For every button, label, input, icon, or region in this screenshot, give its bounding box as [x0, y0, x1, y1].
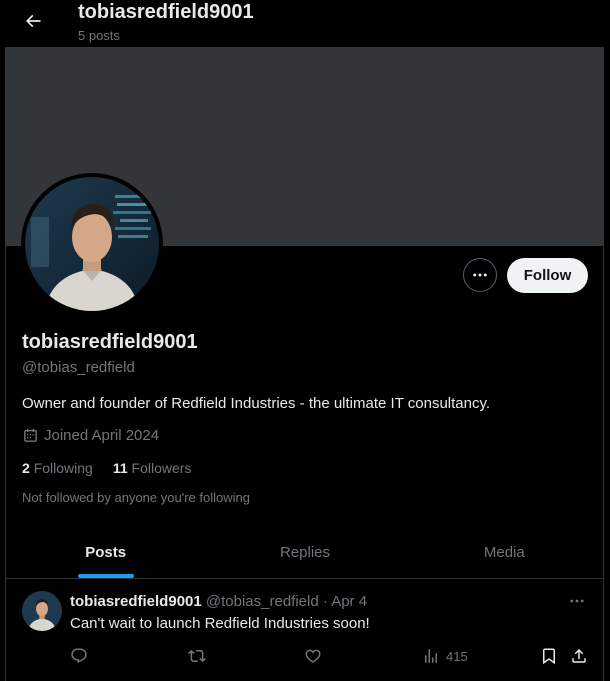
following-label: Following: [33, 460, 93, 476]
arrow-left-icon: [25, 14, 41, 28]
ellipsis-icon: [473, 273, 487, 277]
profile-avatar[interactable]: [21, 173, 163, 315]
post-actions: 415: [70, 645, 590, 667]
bookmark-button[interactable]: [540, 645, 558, 667]
reply-icon: [71, 648, 87, 664]
profile-handle: @tobias_redfield: [22, 359, 135, 376]
post-item[interactable]: tobiasredfield9001 @tobias_redfield · Ap…: [6, 579, 604, 681]
share-button[interactable]: [570, 645, 588, 667]
joined-date: Joined April 2024: [22, 427, 159, 444]
followers-link[interactable]: 11 Followers: [113, 460, 192, 476]
post-count: 5 posts: [78, 28, 120, 43]
page-title: tobiasredfield9001: [78, 1, 254, 23]
follow-stats: 2 Following 11 Followers: [22, 460, 191, 476]
tab-replies-label: Replies: [279, 543, 330, 561]
joined-text: Joined April 2024: [44, 427, 160, 444]
profile-tabs: Posts Replies Media: [6, 526, 604, 579]
heart-icon: [305, 649, 321, 663]
top-bar: tobiasredfield9001 5 posts: [0, 0, 610, 47]
profile-bio: Owner and founder of Redfield Industries…: [22, 395, 491, 412]
views-count: 415: [446, 648, 468, 664]
post-more-button[interactable]: [566, 591, 588, 611]
ellipsis-icon: [570, 599, 584, 603]
post-avatar[interactable]: [22, 591, 62, 631]
repost-icon: [188, 649, 206, 663]
not-followed-note: Not followed by anyone you're following: [22, 490, 250, 505]
reply-button[interactable]: [70, 645, 88, 667]
active-tab-indicator: [77, 574, 134, 578]
more-options-button[interactable]: [463, 258, 497, 292]
tab-replies[interactable]: Replies: [205, 526, 404, 578]
followers-count: 11: [112, 460, 128, 476]
post-header: tobiasredfield9001 @tobias_redfield · Ap…: [70, 593, 367, 610]
tab-media[interactable]: Media: [405, 526, 604, 578]
post-separator: ·: [322, 593, 328, 610]
following-count: 2: [22, 460, 30, 476]
views-button[interactable]: 415: [422, 645, 468, 667]
like-button[interactable]: [304, 645, 322, 667]
post-date[interactable]: Apr 4: [331, 593, 367, 610]
profile-name: tobiasredfield9001: [22, 331, 198, 353]
post-author-name[interactable]: tobiasredfield9001: [70, 593, 202, 610]
following-link[interactable]: 2 Following: [22, 460, 93, 476]
calendar-icon: [24, 429, 37, 442]
follow-button[interactable]: Follow: [507, 258, 588, 293]
analytics-icon: [425, 649, 437, 663]
followers-label: Followers: [131, 460, 192, 476]
tab-media-label: Media: [483, 543, 525, 561]
share-icon: [572, 648, 586, 663]
post-author-handle[interactable]: @tobias_redfield: [206, 593, 319, 610]
avatar-image: [25, 177, 159, 311]
post-text: Can't wait to launch Redfield Industries…: [70, 615, 370, 632]
bookmark-icon: [543, 648, 555, 665]
repost-button[interactable]: [188, 645, 206, 667]
tab-posts-label: Posts: [85, 543, 127, 561]
back-button[interactable]: [20, 8, 46, 34]
avatar-image: [22, 591, 62, 631]
tab-posts[interactable]: Posts: [6, 526, 205, 578]
